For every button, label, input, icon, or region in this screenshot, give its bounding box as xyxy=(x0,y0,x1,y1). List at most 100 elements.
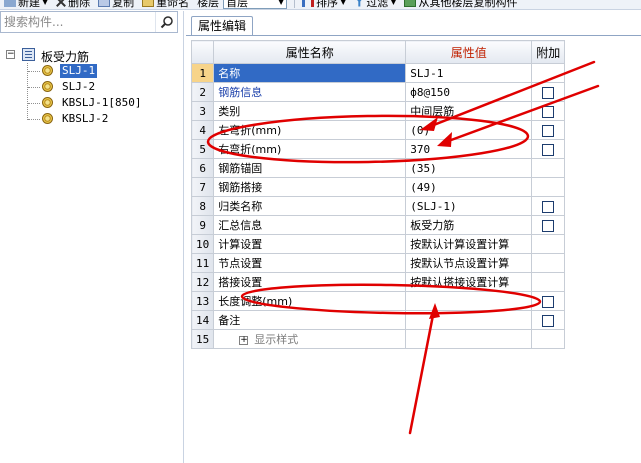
extra-cell xyxy=(531,139,566,159)
extra-cell xyxy=(531,253,566,273)
row-number: 7 xyxy=(190,177,215,197)
property-value[interactable]: (0) xyxy=(405,120,533,140)
table-row[interactable]: 9 汇总信息 板受力筋 xyxy=(190,215,566,235)
search-box xyxy=(0,11,178,33)
property-value[interactable]: 按默认搭接设置计算 xyxy=(405,272,533,292)
extra-cell xyxy=(531,158,566,178)
delete-button[interactable]: 删除 xyxy=(56,0,91,9)
property-value[interactable]: 370 xyxy=(405,139,533,159)
property-value[interactable]: 按默认计算设置计算 xyxy=(405,234,533,254)
extra-checkbox[interactable] xyxy=(542,124,555,137)
delete-icon xyxy=(56,0,66,7)
rebar-component-icon xyxy=(42,97,53,108)
row-number: 10 xyxy=(190,234,215,254)
tree-root[interactable]: − 板受力筋 xyxy=(0,47,184,64)
copy-from-floor-button[interactable]: 从其他楼层复制构件 xyxy=(404,0,518,9)
table-row[interactable]: 4 左弯折(mm) (0) xyxy=(190,120,566,140)
property-name: 钢筋锚固 xyxy=(213,158,407,178)
table-row[interactable]: 10 计算设置 按默认计算设置计算 xyxy=(190,234,566,254)
table-row[interactable]: 1 名称 SLJ-1 xyxy=(190,63,566,83)
dropdown-arrow-icon: ▼ xyxy=(340,0,347,6)
table-row[interactable]: 11 节点设置 按默认节点设置计算 xyxy=(190,253,566,273)
copy-button[interactable]: 复制 xyxy=(98,0,134,9)
table-row[interactable]: 7 钢筋搭接 (49) xyxy=(190,177,566,197)
property-value[interactable] xyxy=(405,329,533,349)
search-input[interactable] xyxy=(1,12,155,32)
floor-selector: 楼层 首层 ▼ xyxy=(197,0,288,9)
tree-connector xyxy=(28,119,40,120)
extra-checkbox[interactable] xyxy=(542,143,555,156)
table-row[interactable]: 8 归类名称 (SLJ-1) xyxy=(190,196,566,216)
collapse-icon[interactable]: − xyxy=(6,50,15,59)
extra-header: 附加 xyxy=(531,40,566,64)
extra-cell xyxy=(531,310,566,330)
copy-from-floor-label: 从其他楼层复制构件 xyxy=(418,0,518,9)
tree-item-label: SLJ-2 xyxy=(62,80,96,93)
search-button[interactable] xyxy=(155,12,177,32)
floor-dropdown[interactable]: 首层 ▼ xyxy=(223,0,288,9)
property-name: 类别 xyxy=(213,101,407,121)
table-row[interactable]: 13 长度调整(mm) xyxy=(190,291,566,311)
property-value[interactable] xyxy=(405,310,533,330)
table-row[interactable]: 3 类别 中间层筋 xyxy=(190,101,566,121)
property-value[interactable]: 板受力筋 xyxy=(405,215,533,235)
extra-cell xyxy=(531,63,566,83)
property-value[interactable]: 按默认节点设置计算 xyxy=(405,253,533,273)
tab-underline xyxy=(186,35,641,36)
property-name: 搭接设置 xyxy=(213,272,407,292)
extra-checkbox[interactable] xyxy=(542,105,555,118)
row-number: 15 xyxy=(190,329,215,349)
row-number: 3 xyxy=(190,101,215,121)
rebar-component-icon xyxy=(42,65,53,76)
table-row[interactable]: 6 钢筋锚固 (35) xyxy=(190,158,566,178)
property-name: 长度调整(mm) xyxy=(213,291,407,311)
property-value[interactable] xyxy=(405,291,533,311)
property-name: 名称 xyxy=(213,63,407,83)
rename-label: 重命名 xyxy=(156,0,190,9)
dropdown-arrow-icon: ▼ xyxy=(390,0,397,6)
property-value[interactable]: (49) xyxy=(405,177,533,197)
property-value[interactable]: SLJ-1 xyxy=(405,63,533,83)
extra-checkbox[interactable] xyxy=(542,219,555,232)
tab-property-editor[interactable]: 属性编辑 xyxy=(191,16,254,36)
table-row[interactable]: 14 备注 xyxy=(190,310,566,330)
sort-button[interactable]: 排序 ▼ xyxy=(302,0,347,9)
extra-checkbox[interactable] xyxy=(542,200,555,213)
property-name: 备注 xyxy=(213,310,407,330)
table-row[interactable]: 15 + 显示样式 xyxy=(190,329,566,349)
dropdown-arrow-icon: ▼ xyxy=(42,0,49,6)
property-value[interactable]: 中间层筋 xyxy=(405,101,533,121)
property-name: 归类名称 xyxy=(213,196,407,216)
property-value[interactable]: (SLJ-1) xyxy=(405,196,533,216)
tree-item-label: SLJ-1 xyxy=(60,64,98,78)
property-value[interactable]: (35) xyxy=(405,158,533,178)
property-name: 计算设置 xyxy=(213,234,407,254)
expand-icon[interactable]: + xyxy=(239,335,249,345)
property-grid: 属性名称 属性值 附加 1 名称 SLJ-1 2 钢筋信息 ф8@150 3 类… xyxy=(190,40,641,349)
property-value-header: 属性值 xyxy=(405,40,533,64)
extra-checkbox[interactable] xyxy=(542,314,555,327)
extra-cell xyxy=(531,234,566,254)
floor-value: 首层 xyxy=(226,0,249,9)
rename-icon xyxy=(142,0,155,7)
toolbar: 新建 ▼ 删除 复制 重命名 楼层 首层 ▼ 排序 ▼ 过滤 ▼ 从其他楼层复制… xyxy=(0,0,641,10)
property-value[interactable]: ф8@150 xyxy=(405,82,533,102)
row-number: 1 xyxy=(190,63,215,83)
delete-label: 删除 xyxy=(68,0,91,9)
table-row[interactable]: 12 搭接设置 按默认搭接设置计算 xyxy=(190,272,566,292)
row-number: 11 xyxy=(190,253,215,273)
table-row[interactable]: 5 右弯折(mm) 370 xyxy=(190,139,566,159)
property-name: 钢筋信息 xyxy=(213,82,407,102)
rebar-group-icon xyxy=(22,48,35,61)
new-button[interactable]: 新建 ▼ xyxy=(4,0,49,9)
row-number: 9 xyxy=(190,215,215,235)
rename-button[interactable]: 重命名 xyxy=(142,0,190,9)
property-name: 左弯折(mm) xyxy=(213,120,407,140)
tree-connector xyxy=(28,71,40,72)
extra-checkbox[interactable] xyxy=(542,86,555,99)
row-number: 12 xyxy=(190,272,215,292)
table-row[interactable]: 2 钢筋信息 ф8@150 xyxy=(190,82,566,102)
table-header-row: 属性名称 属性值 附加 xyxy=(190,40,566,64)
extra-checkbox[interactable] xyxy=(542,295,555,308)
filter-button[interactable]: 过滤 ▼ xyxy=(354,0,397,9)
